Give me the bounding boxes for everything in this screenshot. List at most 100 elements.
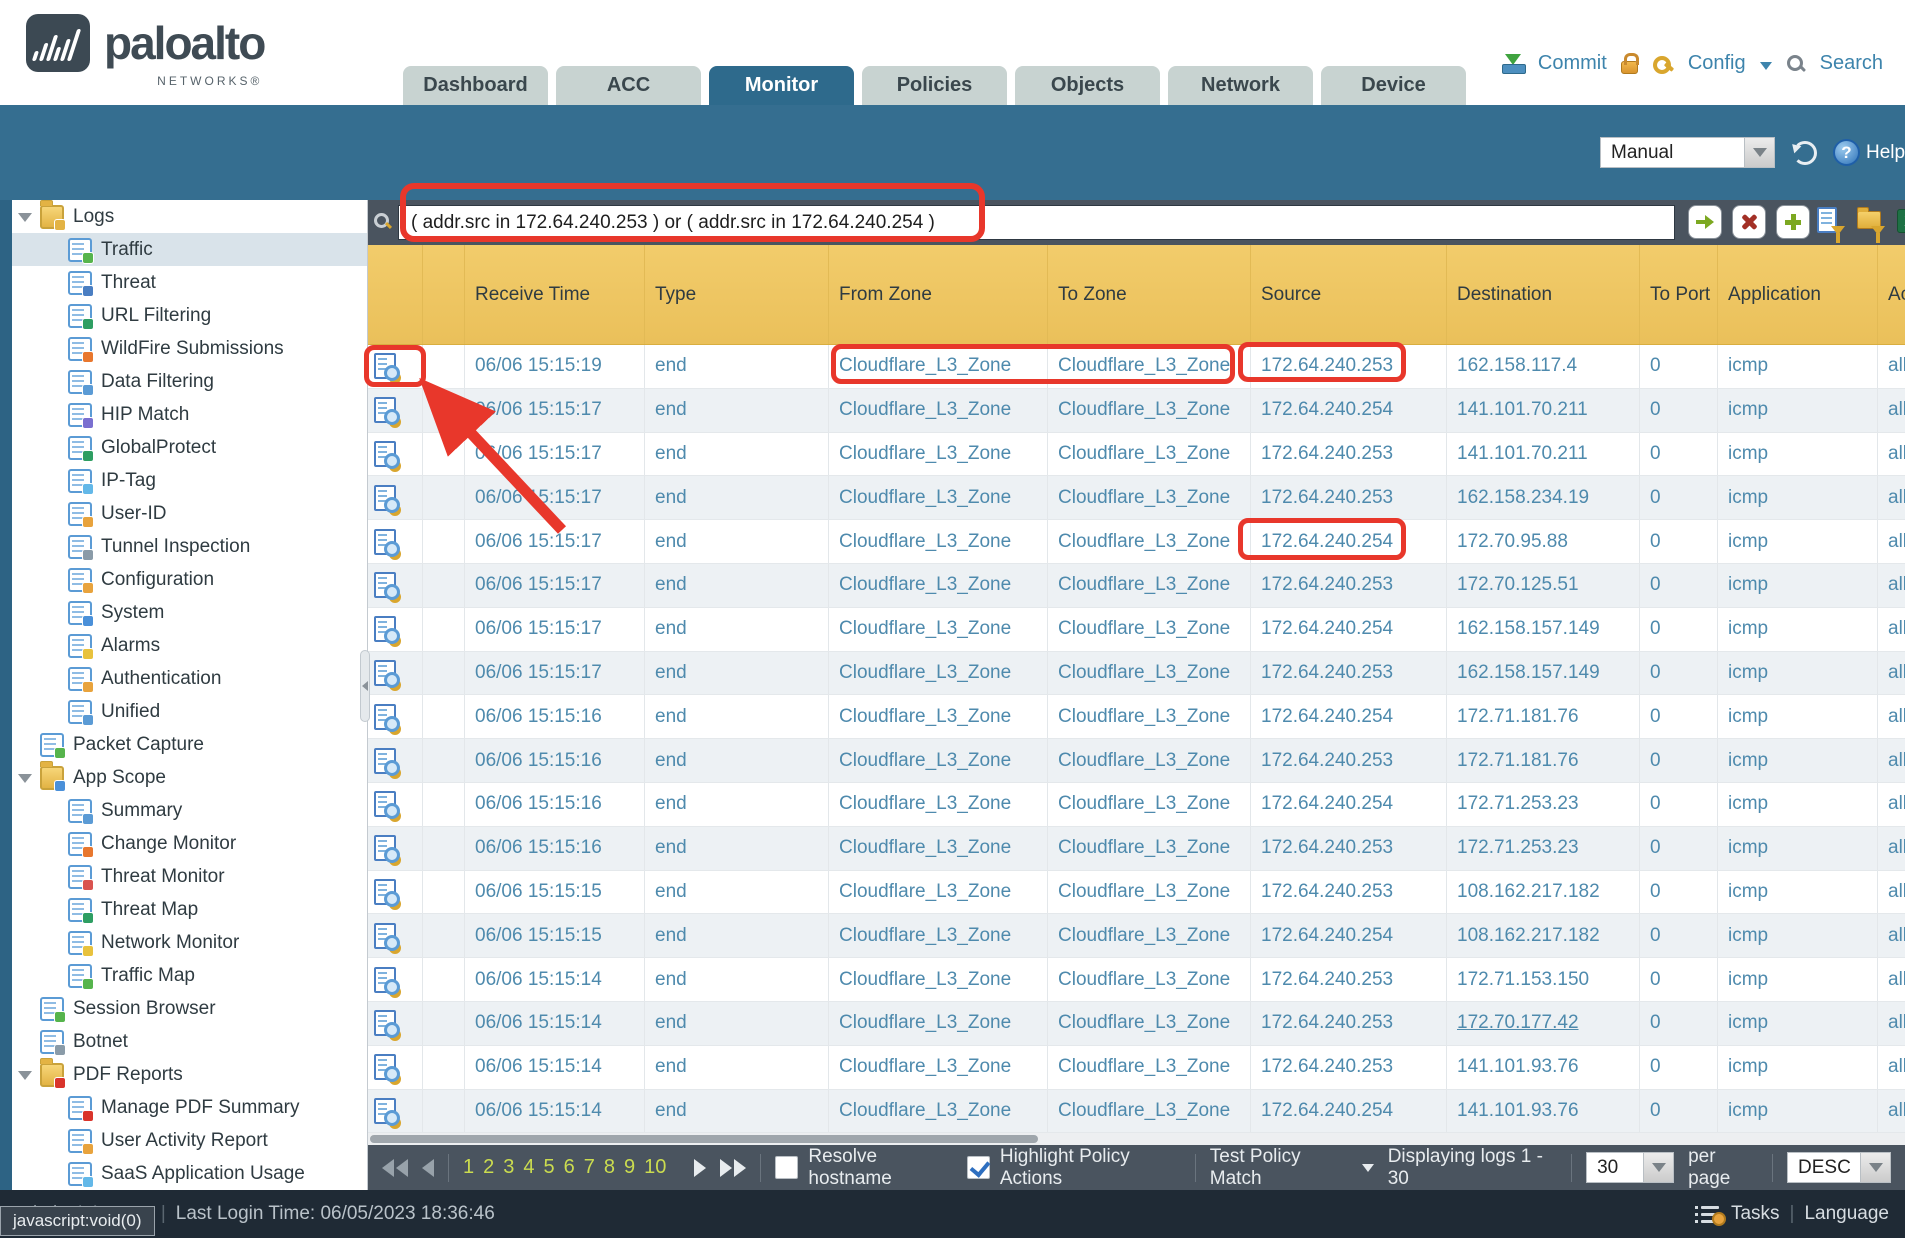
cell-to-zone[interactable]: Cloudflare_L3_Zone bbox=[1058, 487, 1230, 509]
log-detail-icon[interactable] bbox=[374, 1098, 396, 1124]
cell-from-zone[interactable]: Cloudflare_L3_Zone bbox=[839, 662, 1011, 684]
cell-destination[interactable]: 162.158.157.149 bbox=[1457, 618, 1600, 640]
tasks-button[interactable]: Tasks bbox=[1731, 1203, 1780, 1225]
log-detail-icon[interactable] bbox=[374, 791, 396, 817]
sidebar-item-tunnel-inspection[interactable]: Tunnel Inspection bbox=[12, 530, 367, 563]
cell-destination[interactable]: 108.162.217.182 bbox=[1457, 925, 1600, 947]
table-row[interactable]: 06/06 15:15:14endCloudflare_L3_ZoneCloud… bbox=[368, 1090, 1905, 1133]
table-row[interactable]: 06/06 15:15:17endCloudflare_L3_ZoneCloud… bbox=[368, 433, 1905, 477]
cell-source[interactable]: 172.64.240.254 bbox=[1261, 1100, 1393, 1122]
cell-source[interactable]: 172.64.240.254 bbox=[1261, 793, 1393, 815]
log-detail-icon[interactable] bbox=[374, 485, 396, 511]
cell-source[interactable]: 172.64.240.253 bbox=[1261, 662, 1393, 684]
refresh-mode-dropdown-button[interactable] bbox=[1745, 137, 1775, 168]
table-row[interactable]: 06/06 15:15:17endCloudflare_L3_ZoneCloud… bbox=[368, 564, 1905, 608]
cell-to-zone[interactable]: Cloudflare_L3_Zone bbox=[1058, 355, 1230, 377]
cell-from-zone[interactable]: Cloudflare_L3_Zone bbox=[839, 925, 1011, 947]
cell-source[interactable]: 172.64.240.253 bbox=[1261, 969, 1393, 991]
log-detail-icon[interactable] bbox=[374, 660, 396, 686]
page-number[interactable]: 9 bbox=[624, 1156, 635, 1179]
page-number[interactable]: 2 bbox=[483, 1156, 494, 1179]
column-header-to-port[interactable]: To Port bbox=[1640, 245, 1718, 344]
table-row[interactable]: 06/06 15:15:14endCloudflare_L3_ZoneCloud… bbox=[368, 1046, 1905, 1090]
lock-icon[interactable] bbox=[1621, 61, 1638, 74]
cell-destination[interactable]: 162.158.157.149 bbox=[1457, 662, 1600, 684]
cell-to-zone[interactable]: Cloudflare_L3_Zone bbox=[1058, 443, 1230, 465]
cell-source[interactable]: 172.64.240.253 bbox=[1261, 1012, 1393, 1034]
cell-source[interactable]: 172.64.240.254 bbox=[1261, 925, 1393, 947]
cell-destination[interactable]: 172.71.181.76 bbox=[1457, 706, 1579, 728]
cell-from-zone[interactable]: Cloudflare_L3_Zone bbox=[839, 750, 1011, 772]
cell-to-zone[interactable]: Cloudflare_L3_Zone bbox=[1058, 969, 1230, 991]
sidebar-item-change-monitor[interactable]: Change Monitor bbox=[12, 827, 367, 860]
table-row[interactable]: 06/06 15:15:17endCloudflare_L3_ZoneCloud… bbox=[368, 608, 1905, 652]
tab-device[interactable]: Device bbox=[1321, 66, 1466, 105]
log-detail-icon[interactable] bbox=[374, 353, 396, 379]
cell-destination[interactable]: 172.70.125.51 bbox=[1457, 574, 1579, 596]
sidebar-item-pdf-reports[interactable]: PDF Reports bbox=[12, 1058, 367, 1091]
cell-from-zone[interactable]: Cloudflare_L3_Zone bbox=[839, 355, 1011, 377]
sidebar-item-botnet[interactable]: Botnet bbox=[12, 1025, 367, 1058]
sidebar-item-traffic-map[interactable]: Traffic Map bbox=[12, 959, 367, 992]
sidebar-item-ip-tag[interactable]: IP-Tag bbox=[12, 464, 367, 497]
cell-destination[interactable]: 172.71.253.23 bbox=[1457, 837, 1579, 859]
highlight-policy-actions-checkbox[interactable] bbox=[967, 1156, 990, 1179]
sidebar-item-summary[interactable]: Summary bbox=[12, 794, 367, 827]
expander-icon[interactable] bbox=[18, 1068, 32, 1082]
page-number[interactable]: 7 bbox=[584, 1156, 595, 1179]
filter-builder-button[interactable] bbox=[1817, 207, 1845, 237]
table-row[interactable]: 06/06 15:15:16endCloudflare_L3_ZoneCloud… bbox=[368, 695, 1905, 739]
expander-icon[interactable] bbox=[18, 771, 32, 785]
config-button[interactable]: Config bbox=[1688, 52, 1746, 75]
cell-from-zone[interactable]: Cloudflare_L3_Zone bbox=[839, 487, 1011, 509]
log-detail-icon[interactable] bbox=[374, 616, 396, 642]
sidebar-item-data-filtering[interactable]: Data Filtering bbox=[12, 365, 367, 398]
cell-from-zone[interactable]: Cloudflare_L3_Zone bbox=[839, 443, 1011, 465]
log-detail-icon[interactable] bbox=[374, 1010, 396, 1036]
sidebar-item-globalprotect[interactable]: GlobalProtect bbox=[12, 431, 367, 464]
next-page-button[interactable] bbox=[694, 1159, 706, 1177]
page-number[interactable]: 8 bbox=[604, 1156, 615, 1179]
sidebar-item-user-id[interactable]: User-ID bbox=[12, 497, 367, 530]
horizontal-scrollbar-thumb[interactable] bbox=[370, 1135, 1038, 1143]
config-caret-icon[interactable] bbox=[1760, 62, 1772, 70]
log-detail-icon[interactable] bbox=[374, 572, 396, 598]
cell-destination[interactable]: 141.101.70.211 bbox=[1457, 399, 1588, 421]
cell-from-zone[interactable]: Cloudflare_L3_Zone bbox=[839, 969, 1011, 991]
cell-source[interactable]: 172.64.240.253 bbox=[1261, 574, 1393, 596]
cell-source[interactable]: 172.64.240.254 bbox=[1261, 531, 1393, 553]
cell-destination[interactable]: 141.101.93.76 bbox=[1457, 1056, 1579, 1078]
column-header-application[interactable]: Application bbox=[1718, 245, 1878, 344]
test-policy-match-button[interactable]: Test Policy Match bbox=[1210, 1146, 1374, 1190]
table-row[interactable]: 06/06 15:15:17endCloudflare_L3_ZoneCloud… bbox=[368, 652, 1905, 696]
sidebar-item-hip-match[interactable]: HIP Match bbox=[12, 398, 367, 431]
cell-to-zone[interactable]: Cloudflare_L3_Zone bbox=[1058, 399, 1230, 421]
log-detail-icon[interactable] bbox=[374, 397, 396, 423]
table-row[interactable]: 06/06 15:15:17endCloudflare_L3_ZoneCloud… bbox=[368, 389, 1905, 433]
log-detail-icon[interactable] bbox=[374, 441, 396, 467]
sidebar-item-traffic[interactable]: Traffic bbox=[12, 233, 367, 266]
column-header-action[interactable]: Action bbox=[1878, 245, 1905, 344]
cell-from-zone[interactable]: Cloudflare_L3_Zone bbox=[839, 1012, 1011, 1034]
cell-source[interactable]: 172.64.240.253 bbox=[1261, 837, 1393, 859]
log-detail-icon[interactable] bbox=[374, 748, 396, 774]
tab-policies[interactable]: Policies bbox=[862, 66, 1007, 105]
cell-source[interactable]: 172.64.240.254 bbox=[1261, 399, 1393, 421]
log-detail-icon[interactable] bbox=[374, 529, 396, 555]
cell-to-zone[interactable]: Cloudflare_L3_Zone bbox=[1058, 574, 1230, 596]
cell-from-zone[interactable]: Cloudflare_L3_Zone bbox=[839, 618, 1011, 640]
cell-destination[interactable]: 141.101.70.211 bbox=[1457, 443, 1588, 465]
cell-source[interactable]: 172.64.240.253 bbox=[1261, 1056, 1393, 1078]
cell-to-zone[interactable]: Cloudflare_L3_Zone bbox=[1058, 837, 1230, 859]
cell-to-zone[interactable]: Cloudflare_L3_Zone bbox=[1058, 881, 1230, 903]
cell-to-zone[interactable]: Cloudflare_L3_Zone bbox=[1058, 1012, 1230, 1034]
column-header-to-zone[interactable]: To Zone bbox=[1048, 245, 1251, 344]
cell-from-zone[interactable]: Cloudflare_L3_Zone bbox=[839, 881, 1011, 903]
sidebar-item-saas-application-usage[interactable]: SaaS Application Usage bbox=[12, 1157, 367, 1190]
log-detail-icon[interactable] bbox=[374, 923, 396, 949]
page-number[interactable]: 10 bbox=[644, 1156, 666, 1179]
cell-source[interactable]: 172.64.240.253 bbox=[1261, 355, 1393, 377]
sidebar-item-threat-monitor[interactable]: Threat Monitor bbox=[12, 860, 367, 893]
table-row[interactable]: 06/06 15:15:14endCloudflare_L3_ZoneCloud… bbox=[368, 1002, 1905, 1046]
table-row[interactable]: 06/06 15:15:19endCloudflare_L3_ZoneCloud… bbox=[368, 345, 1905, 389]
